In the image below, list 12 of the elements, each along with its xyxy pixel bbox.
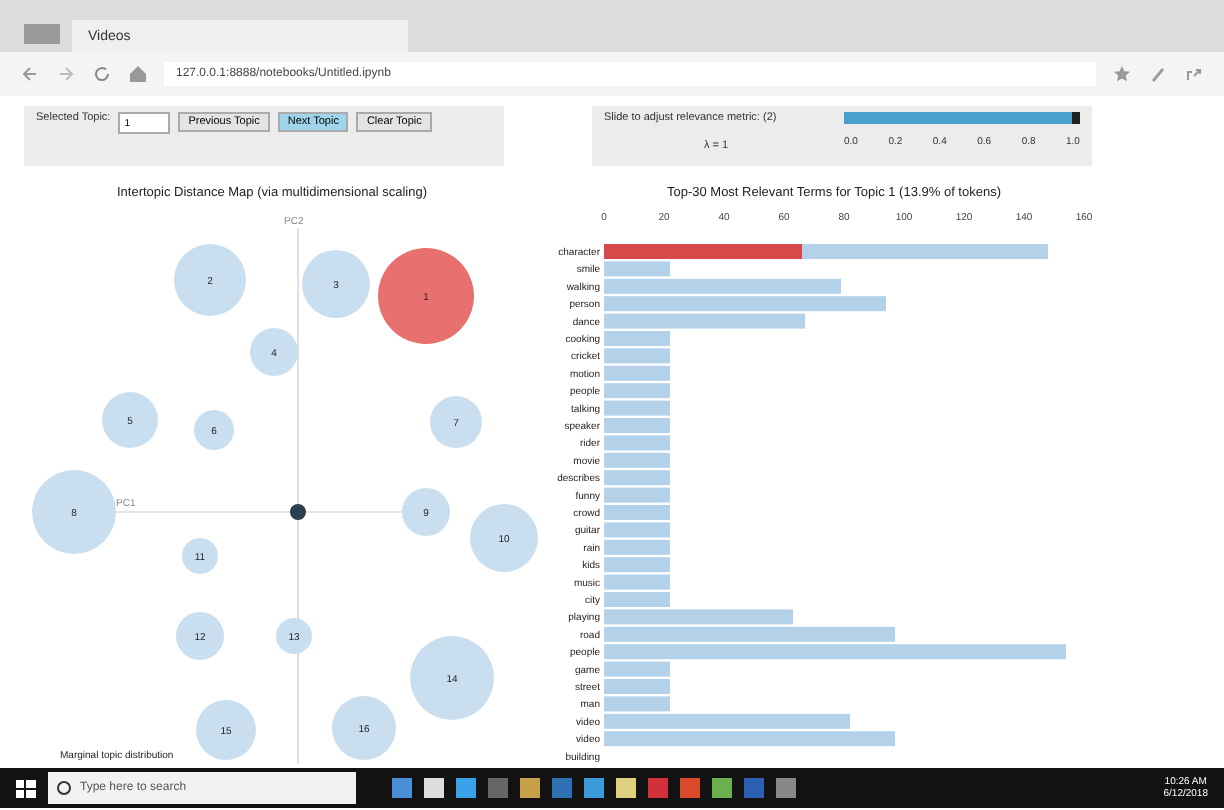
tabs-icon[interactable] (24, 24, 60, 44)
home-icon[interactable] (128, 64, 148, 84)
slider-fill[interactable] (844, 112, 1080, 124)
circle-icon (56, 780, 72, 796)
center-dot (290, 504, 306, 520)
back-icon[interactable] (20, 64, 40, 84)
star-icon[interactable] (1112, 64, 1132, 84)
forward-icon[interactable] (56, 64, 76, 84)
share-icon[interactable] (1184, 64, 1204, 84)
pen-icon[interactable] (1148, 64, 1168, 84)
windows-icon[interactable] (16, 778, 36, 798)
refresh-icon[interactable] (92, 64, 112, 84)
